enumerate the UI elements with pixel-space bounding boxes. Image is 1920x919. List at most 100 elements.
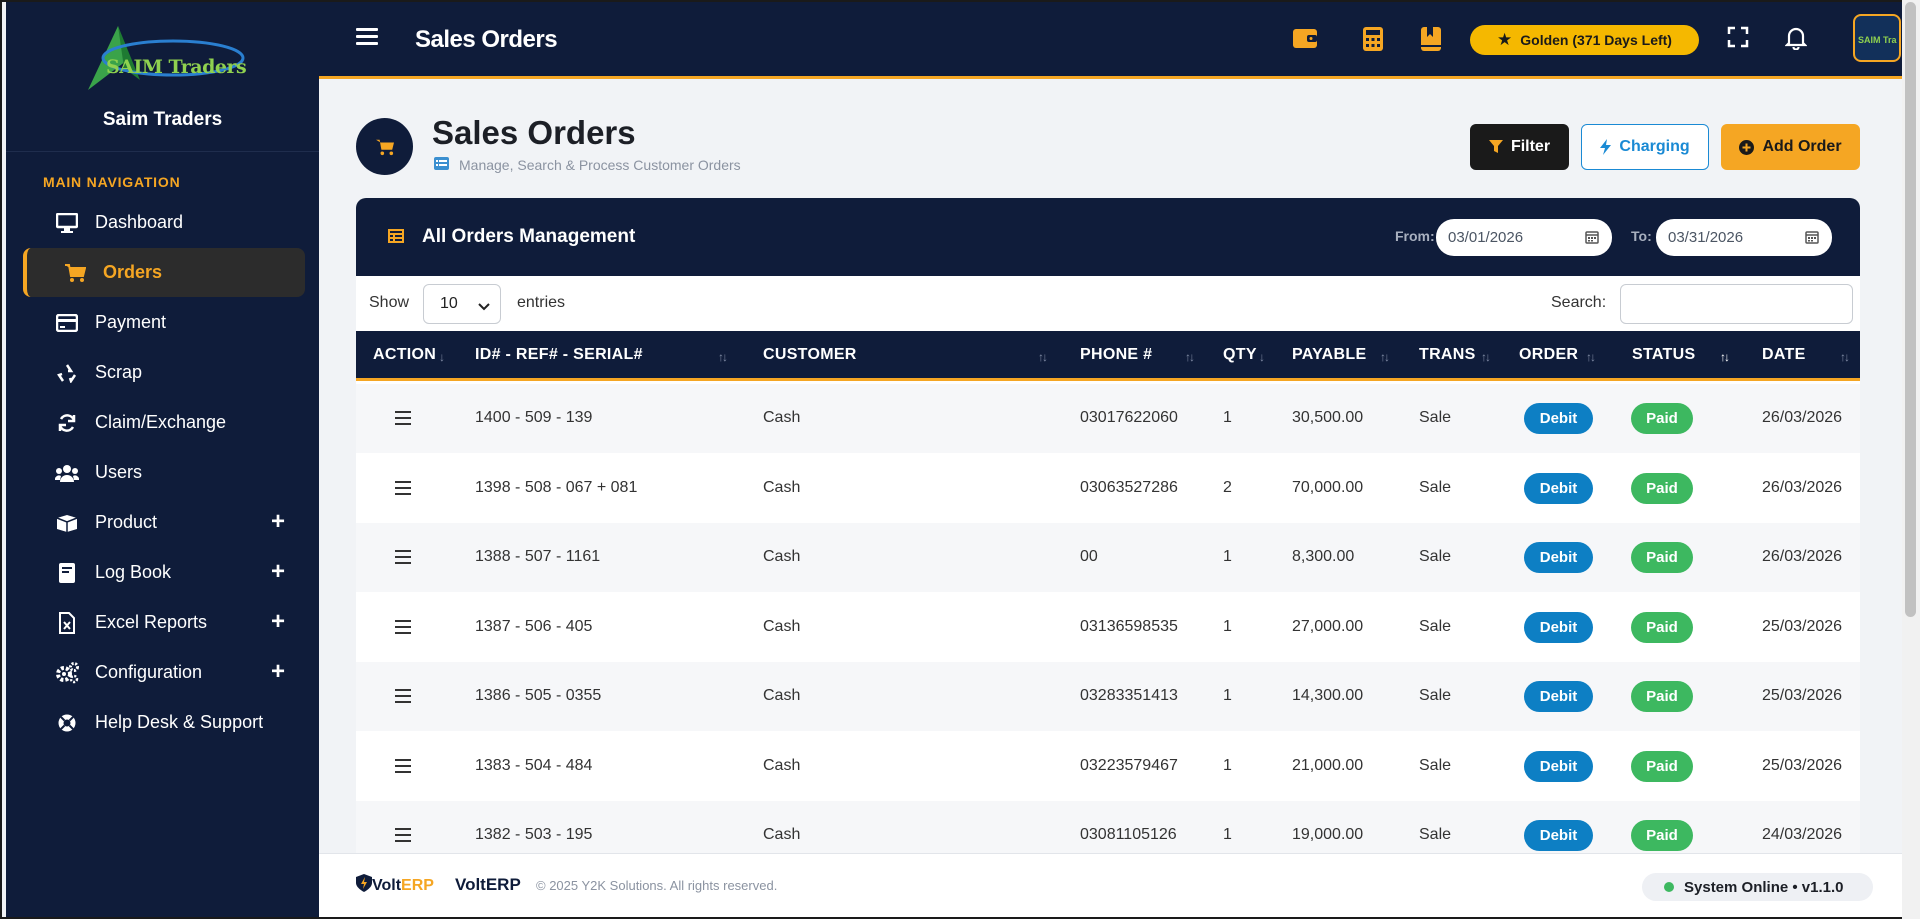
sort-icon[interactable]: ↑↓ xyxy=(1586,350,1596,364)
row-actions-menu-icon[interactable] xyxy=(395,480,411,499)
to-date-input[interactable]: 03/31/2026 xyxy=(1656,219,1832,256)
sort-icon[interactable]: ↑↓ xyxy=(1481,350,1491,364)
row-actions-menu-icon[interactable] xyxy=(395,689,411,707)
cell-customer: Cash xyxy=(763,756,801,774)
sort-asc-icon[interactable]: ↑↓ xyxy=(1720,350,1730,364)
cell-trans: Sale xyxy=(1419,617,1452,635)
cell-id: 1400 - 509 - 139 xyxy=(475,409,593,426)
cell-qty: 2 xyxy=(1223,478,1232,496)
cell-phone: 00 xyxy=(1080,548,1098,565)
wallet-icon[interactable] xyxy=(1292,26,1318,52)
row-actions-menu-icon[interactable] xyxy=(395,619,411,638)
status-dot-icon xyxy=(1664,882,1674,892)
column-header-trans[interactable]: TRANS xyxy=(1419,346,1476,364)
sidebar-item-claim-exchange[interactable]: Claim/Exchange xyxy=(23,398,305,447)
column-header-qty[interactable]: QTY xyxy=(1223,346,1257,364)
sort-icon[interactable]: ↑↓ xyxy=(1840,350,1850,364)
column-header-payable[interactable]: PAYABLE xyxy=(1292,346,1366,364)
cell-date: 25/03/2026 xyxy=(1762,687,1843,704)
cell-payable: 19,000.00 xyxy=(1292,826,1364,843)
scrollbar-thumb[interactable] xyxy=(1905,2,1916,617)
app-window: SAIM Traders Saim Traders MAIN NAVIGATIO… xyxy=(6,0,1904,919)
column-header-action[interactable]: ACTION xyxy=(373,346,436,364)
column-header-id[interactable]: ID# - REF# - SERIAL# xyxy=(475,346,643,364)
sort-icon[interactable]: ↑↓ xyxy=(1185,350,1195,364)
table-row[interactable]: 1398 - 508 - 067 + 081 Cash 03063527286 2 70… xyxy=(356,453,1860,523)
order-type-badge: Debit xyxy=(1524,542,1593,573)
table-row[interactable]: 1383 - 504 - 484 Cash 03223579467 1 21,000.0… xyxy=(356,731,1860,801)
expand-plus-icon[interactable]: + xyxy=(271,608,285,636)
bell-icon[interactable] xyxy=(1784,26,1811,52)
sort-icon[interactable]: ↑↓ xyxy=(718,350,728,364)
sidebar-item-configuration[interactable]: Configuration + xyxy=(23,648,305,697)
hamburger-menu-icon[interactable] xyxy=(356,28,378,46)
column-header-status[interactable]: STATUS xyxy=(1632,346,1695,364)
cell-payable: 14,300.00 xyxy=(1292,687,1364,704)
sidebar-item-orders[interactable]: Orders xyxy=(23,248,305,297)
cell-trans: Sale xyxy=(1419,756,1452,774)
search-input[interactable] xyxy=(1620,284,1853,324)
cell-customer: Cash xyxy=(763,617,801,635)
add-order-button[interactable]: Add Order xyxy=(1721,124,1860,170)
sort-icon[interactable]: ↓ xyxy=(439,350,445,364)
from-date-value: 03/01/2026 xyxy=(1448,229,1524,246)
expand-plus-icon[interactable]: + xyxy=(271,658,285,686)
fullscreen-icon[interactable] xyxy=(1727,26,1753,52)
entries-label: entries xyxy=(517,294,566,311)
sidebar-item-label: Log Book xyxy=(95,562,172,582)
row-actions-menu-icon[interactable] xyxy=(395,550,411,568)
sort-icon[interactable]: ↓ xyxy=(1259,350,1265,364)
expand-plus-icon[interactable]: + xyxy=(271,508,285,536)
filter-button-label: Filter xyxy=(1510,138,1551,155)
add-order-button-label: Add Order xyxy=(1762,138,1842,155)
sidebar-item-excel-reports[interactable]: Excel Reports + xyxy=(23,598,305,647)
calculator-icon[interactable] xyxy=(1362,26,1388,52)
sidebar-item-label: Claim/Exchange xyxy=(95,412,227,432)
entries-select[interactable]: 10 xyxy=(423,284,501,324)
cell-id: 1387 - 506 - 405 xyxy=(475,617,593,635)
footer-logo-erp: ERP xyxy=(401,876,434,894)
table-icon xyxy=(388,229,404,248)
cell-payable: 70,000.00 xyxy=(1292,478,1364,496)
row-actions-menu-icon[interactable] xyxy=(395,828,411,846)
row-actions-menu-icon[interactable] xyxy=(395,758,411,777)
order-type-badge: Debit xyxy=(1524,681,1593,712)
company-logo[interactable]: SAIM Traders xyxy=(78,18,248,98)
calendar-icon[interactable] xyxy=(1805,230,1819,248)
column-header-order[interactable]: ORDER xyxy=(1519,346,1578,364)
from-date-input[interactable]: 03/01/2026 xyxy=(1436,219,1612,256)
table-row[interactable]: 1400 - 509 - 139 Cash 03017622060 1 30,500.0… xyxy=(356,384,1860,453)
calendar-icon[interactable] xyxy=(1585,230,1599,248)
sidebar-item-log-book[interactable]: Log Book + xyxy=(23,548,305,597)
charging-button[interactable]: Charging xyxy=(1581,124,1709,170)
sidebar-item-product[interactable]: Product + xyxy=(23,498,305,547)
sidebar-item-help-desk[interactable]: Help Desk & Support xyxy=(23,698,305,747)
cell-payable: 27,000.00 xyxy=(1292,617,1364,635)
sidebar-item-scrap[interactable]: Scrap xyxy=(23,348,305,397)
sidebar-item-dashboard[interactable]: Dashboard xyxy=(23,198,305,247)
cell-id: 1388 - 507 - 1161 xyxy=(475,548,601,565)
table-row[interactable]: 1388 - 507 - 1161 Cash 00 1 8,300.00 Sale 26/0… xyxy=(356,523,1860,592)
sidebar-item-users[interactable]: Users xyxy=(23,448,305,497)
book-bookmark-icon[interactable] xyxy=(1420,26,1446,52)
order-type-badge: Debit xyxy=(1524,820,1593,851)
cell-trans: Sale xyxy=(1419,478,1452,496)
table-row[interactable]: 1386 - 505 - 0355 Cash 03283351413 1 14,300.… xyxy=(356,662,1860,731)
column-header-date[interactable]: DATE xyxy=(1762,346,1806,364)
cell-trans: Sale xyxy=(1419,687,1452,704)
sidebar-item-payment[interactable]: Payment xyxy=(23,298,305,347)
subscription-badge[interactable]: ★ Golden (371 Days Left) xyxy=(1470,25,1699,55)
cell-qty: 1 xyxy=(1223,826,1232,843)
cell-customer: Cash xyxy=(763,826,801,843)
filter-button[interactable]: Filter xyxy=(1470,124,1569,170)
to-date-value: 03/31/2026 xyxy=(1668,229,1744,246)
orders-card: All Orders Management From: 03/01/2026 T… xyxy=(356,198,1860,898)
column-header-customer[interactable]: CUSTOMER xyxy=(763,346,857,364)
sort-icon[interactable]: ↑↓ xyxy=(1038,350,1048,364)
user-avatar[interactable]: SAIM Tra xyxy=(1853,14,1901,62)
sort-icon[interactable]: ↑↓ xyxy=(1380,350,1390,364)
table-row[interactable]: 1387 - 506 - 405 Cash 03136598535 1 27,000.0… xyxy=(356,592,1860,662)
row-actions-menu-icon[interactable] xyxy=(395,411,411,429)
column-header-phone[interactable]: PHONE # xyxy=(1080,346,1152,364)
expand-plus-icon[interactable]: + xyxy=(271,558,285,586)
